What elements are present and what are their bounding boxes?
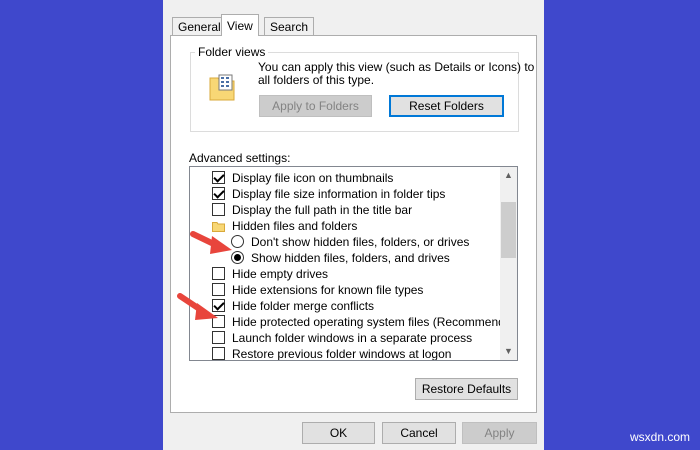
list-scrollbar[interactable]: ▲ ▼ [500, 167, 517, 360]
checkbox[interactable] [212, 203, 225, 216]
folder-views-description: You can apply this view (such as Details… [258, 60, 535, 87]
checkbox[interactable] [212, 187, 225, 200]
tab-general[interactable]: General [172, 17, 227, 35]
checkbox[interactable] [212, 331, 225, 344]
folder-views-title: Folder views [195, 45, 269, 59]
annotation-arrow-icon [176, 292, 222, 327]
tab-view[interactable]: View [221, 14, 259, 36]
checkbox[interactable] [212, 347, 225, 360]
scroll-up-icon[interactable]: ▲ [500, 167, 517, 184]
ok-button[interactable]: OK [302, 422, 375, 444]
cancel-button[interactable]: Cancel [382, 422, 456, 444]
reset-folders-button[interactable]: Reset Folders [389, 95, 504, 117]
checkbox[interactable] [212, 267, 225, 280]
checkbox[interactable] [212, 171, 225, 184]
advanced-settings-list[interactable]: Display file icon on thumbnails Display … [189, 166, 518, 361]
apply-to-folders-button[interactable]: Apply to Folders [259, 95, 372, 117]
tab-search[interactable]: Search [264, 17, 315, 35]
scroll-down-icon[interactable]: ▼ [500, 343, 517, 360]
scroll-thumb[interactable] [501, 202, 516, 258]
annotation-arrow-icon [190, 228, 236, 261]
watermark: wsxdn.com [630, 430, 691, 444]
restore-defaults-button[interactable]: Restore Defaults [415, 378, 518, 400]
apply-button[interactable]: Apply [462, 422, 537, 444]
folder-view-icon [208, 72, 236, 102]
advanced-settings-label: Advanced settings: [189, 151, 291, 165]
